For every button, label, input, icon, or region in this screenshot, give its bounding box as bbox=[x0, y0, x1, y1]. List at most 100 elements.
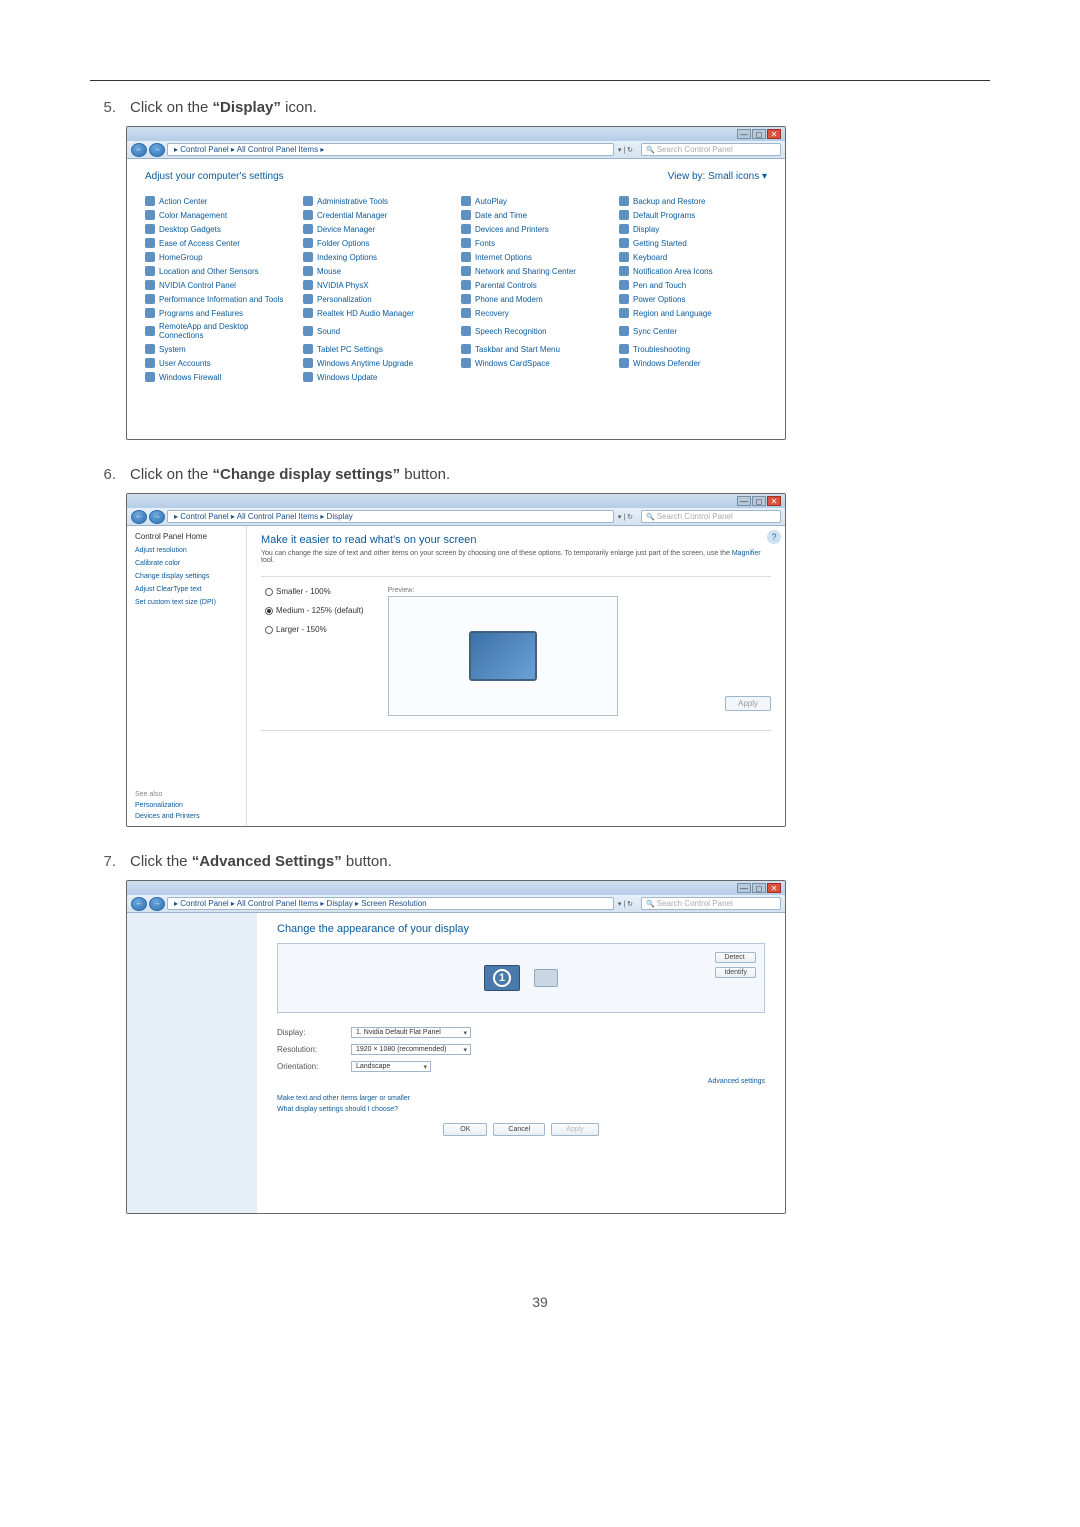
search-input[interactable]: 🔍Search Control Panel bbox=[641, 897, 781, 910]
sidebar-cleartype[interactable]: Adjust ClearType text bbox=[135, 586, 238, 593]
cp-item-action-center[interactable]: Action Center bbox=[145, 196, 293, 206]
cp-item-getting-started[interactable]: Getting Started bbox=[619, 238, 767, 248]
cp-item-administrative-tools[interactable]: Administrative Tools bbox=[303, 196, 451, 206]
cp-item-default-programs[interactable]: Default Programs bbox=[619, 210, 767, 220]
sidebar-home[interactable]: Control Panel Home bbox=[135, 532, 238, 541]
cp-item-date-and-time[interactable]: Date and Time bbox=[461, 210, 609, 220]
monitor-1-icon[interactable]: 1 bbox=[484, 965, 520, 991]
cp-item-desktop-gadgets[interactable]: Desktop Gadgets bbox=[145, 224, 293, 234]
sidebar-calibrate-color[interactable]: Calibrate color bbox=[135, 560, 238, 567]
maximize-button[interactable]: ◻ bbox=[752, 883, 766, 893]
resolution-select[interactable]: 1920 × 1080 (recommended) bbox=[351, 1044, 471, 1055]
nav-back-icon[interactable]: ← bbox=[131, 510, 147, 524]
detect-button[interactable]: Detect bbox=[715, 952, 756, 963]
cp-item-nvidia-physx[interactable]: NVIDIA PhysX bbox=[303, 280, 451, 290]
cp-item-taskbar-and-start-menu[interactable]: Taskbar and Start Menu bbox=[461, 344, 609, 354]
cp-item-credential-manager[interactable]: Credential Manager bbox=[303, 210, 451, 220]
cp-item-windows-firewall[interactable]: Windows Firewall bbox=[145, 372, 293, 382]
monitor-picker[interactable]: 1 Detect Identify bbox=[277, 943, 765, 1013]
cp-item-notification-area-icons[interactable]: Notification Area Icons bbox=[619, 266, 767, 276]
display-help-link[interactable]: What display settings should I choose? bbox=[277, 1106, 765, 1113]
cp-item-autoplay[interactable]: AutoPlay bbox=[461, 196, 609, 206]
cp-item-pen-and-touch[interactable]: Pen and Touch bbox=[619, 280, 767, 290]
breadcrumb[interactable]: ▸ Control Panel ▸ All Control Panel Item… bbox=[167, 897, 614, 910]
apply-button[interactable]: Apply bbox=[725, 696, 771, 711]
path-extras[interactable]: ▾ | ↻ bbox=[618, 513, 633, 521]
cp-item-programs-and-features[interactable]: Programs and Features bbox=[145, 308, 293, 318]
cp-item-tablet-pc-settings[interactable]: Tablet PC Settings bbox=[303, 344, 451, 354]
cp-item-internet-options[interactable]: Internet Options bbox=[461, 252, 609, 262]
path-extras[interactable]: ▾ | ↻ bbox=[618, 146, 633, 154]
cp-item-recovery[interactable]: Recovery bbox=[461, 308, 609, 318]
cp-item-realtek-hd-audio-manager[interactable]: Realtek HD Audio Manager bbox=[303, 308, 451, 318]
nav-back-icon[interactable]: ← bbox=[131, 897, 147, 911]
close-button[interactable]: ✕ bbox=[767, 496, 781, 506]
advanced-settings-link[interactable]: Advanced settings bbox=[708, 1078, 765, 1085]
cp-item-devices-and-printers[interactable]: Devices and Printers bbox=[461, 224, 609, 234]
cp-item-remoteapp-and-desktop-connections[interactable]: RemoteApp and Desktop Connections bbox=[145, 322, 293, 340]
path-extras[interactable]: ▾ | ↻ bbox=[618, 900, 633, 908]
text-size-link[interactable]: Make text and other items larger or smal… bbox=[277, 1095, 765, 1102]
cp-item-user-accounts[interactable]: User Accounts bbox=[145, 358, 293, 368]
sidebar-devices-printers[interactable]: Devices and Printers bbox=[135, 813, 238, 820]
close-button[interactable]: ✕ bbox=[767, 883, 781, 893]
display-select[interactable]: 1. Nvidia Default Flat Panel bbox=[351, 1027, 471, 1038]
cp-item-nvidia-control-panel[interactable]: NVIDIA Control Panel bbox=[145, 280, 293, 290]
breadcrumb[interactable]: ▸ Control Panel ▸ All Control Panel Item… bbox=[167, 510, 614, 523]
cp-item-ease-of-access-center[interactable]: Ease of Access Center bbox=[145, 238, 293, 248]
cp-item-windows-defender[interactable]: Windows Defender bbox=[619, 358, 767, 368]
breadcrumb[interactable]: ▸ Control Panel ▸ All Control Panel Item… bbox=[167, 143, 614, 156]
identify-button[interactable]: Identify bbox=[715, 967, 756, 978]
radio-larger[interactable]: Larger - 150% bbox=[265, 625, 364, 634]
cp-item-device-manager[interactable]: Device Manager bbox=[303, 224, 451, 234]
cp-item-homegroup[interactable]: HomeGroup bbox=[145, 252, 293, 262]
cp-item-sound[interactable]: Sound bbox=[303, 322, 451, 340]
orientation-select[interactable]: Landscape bbox=[351, 1061, 431, 1072]
cp-item-parental-controls[interactable]: Parental Controls bbox=[461, 280, 609, 290]
cp-item-troubleshooting[interactable]: Troubleshooting bbox=[619, 344, 767, 354]
cp-item-location-and-other-sensors[interactable]: Location and Other Sensors bbox=[145, 266, 293, 276]
cp-item-folder-options[interactable]: Folder Options bbox=[303, 238, 451, 248]
cp-item-windows-update[interactable]: Windows Update bbox=[303, 372, 451, 382]
minimize-button[interactable]: — bbox=[737, 129, 751, 139]
cp-item-backup-and-restore[interactable]: Backup and Restore bbox=[619, 196, 767, 206]
cp-item-fonts[interactable]: Fonts bbox=[461, 238, 609, 248]
cp-item-keyboard[interactable]: Keyboard bbox=[619, 252, 767, 262]
close-button[interactable]: ✕ bbox=[767, 129, 781, 139]
nav-forward-icon[interactable]: → bbox=[149, 510, 165, 524]
cp-item-network-and-sharing-center[interactable]: Network and Sharing Center bbox=[461, 266, 609, 276]
cp-item-display[interactable]: Display bbox=[619, 224, 767, 234]
maximize-button[interactable]: ◻ bbox=[752, 129, 766, 139]
cp-item-indexing-options[interactable]: Indexing Options bbox=[303, 252, 451, 262]
radio-smaller[interactable]: Smaller - 100% bbox=[265, 587, 364, 596]
apply-button[interactable]: Apply bbox=[551, 1123, 599, 1136]
minimize-button[interactable]: — bbox=[737, 883, 751, 893]
help-icon[interactable]: ? bbox=[767, 530, 781, 544]
ok-button[interactable]: OK bbox=[443, 1123, 487, 1136]
cp-item-phone-and-modem[interactable]: Phone and Modem bbox=[461, 294, 609, 304]
search-input[interactable]: 🔍Search Control Panel bbox=[641, 143, 781, 156]
nav-forward-icon[interactable]: → bbox=[149, 143, 165, 157]
cp-item-sync-center[interactable]: Sync Center bbox=[619, 322, 767, 340]
cancel-button[interactable]: Cancel bbox=[493, 1123, 545, 1136]
cp-item-power-options[interactable]: Power Options bbox=[619, 294, 767, 304]
sidebar-dpi[interactable]: Set custom text size (DPI) bbox=[135, 599, 238, 606]
cp-item-personalization[interactable]: Personalization bbox=[303, 294, 451, 304]
cp-item-performance-information-and-tools[interactable]: Performance Information and Tools bbox=[145, 294, 293, 304]
cp-item-region-and-language[interactable]: Region and Language bbox=[619, 308, 767, 318]
nav-forward-icon[interactable]: → bbox=[149, 897, 165, 911]
cp-item-mouse[interactable]: Mouse bbox=[303, 266, 451, 276]
search-input[interactable]: 🔍Search Control Panel bbox=[641, 510, 781, 523]
nav-back-icon[interactable]: ← bbox=[131, 143, 147, 157]
monitor-2-icon[interactable] bbox=[534, 969, 558, 987]
cp-item-windows-anytime-upgrade[interactable]: Windows Anytime Upgrade bbox=[303, 358, 451, 368]
sidebar-change-display-settings[interactable]: Change display settings bbox=[135, 573, 238, 580]
cp-item-color-management[interactable]: Color Management bbox=[145, 210, 293, 220]
maximize-button[interactable]: ◻ bbox=[752, 496, 766, 506]
sidebar-adjust-resolution[interactable]: Adjust resolution bbox=[135, 547, 238, 554]
cp-item-speech-recognition[interactable]: Speech Recognition bbox=[461, 322, 609, 340]
minimize-button[interactable]: — bbox=[737, 496, 751, 506]
view-by-label[interactable]: View by: Small icons ▾ bbox=[668, 171, 767, 182]
sidebar-personalization[interactable]: Personalization bbox=[135, 802, 238, 809]
radio-medium[interactable]: Medium - 125% (default) bbox=[265, 606, 364, 615]
